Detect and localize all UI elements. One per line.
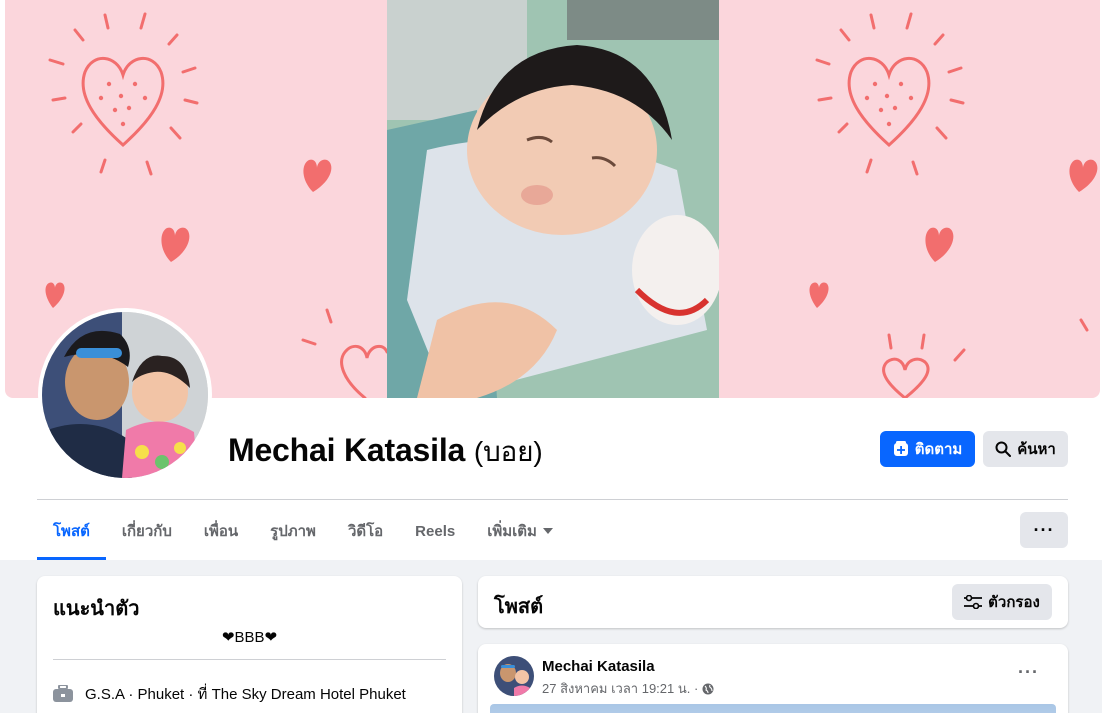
post-options-button[interactable]: ··· [1018,662,1039,683]
tab-posts[interactable]: โพสต์ [37,502,106,560]
post-author-avatar[interactable] [494,656,534,696]
intro-work-item: G.S.A · Phuket · ที่ The Sky Dream Hotel… [53,682,406,706]
follow-icon [893,441,908,456]
search-button[interactable]: ค้นหา [983,431,1068,467]
profile-name: Mechai Katasila (บอย) [228,430,543,474]
caret-down-icon [542,528,553,534]
tab-friends[interactable]: เพื่อน [188,502,254,560]
tab-label: วิดีโอ [347,523,384,540]
post-card: Mechai Katasila 27 สิงหาคม เวลา 19:21 น.… [478,644,1068,713]
tab-label: เพิ่มเติม [487,523,537,540]
search-icon [995,441,1012,457]
intro-bio-text: ❤BBB❤ [221,629,278,646]
tab-label: เพื่อน [203,523,239,540]
follow-label: ติดตาม [914,441,963,458]
avatar [42,312,208,478]
tab-label: Reels [415,522,456,540]
filter-label: ตัวกรอง [988,594,1040,611]
posts-title: โพสต์ [494,596,544,618]
intro-divider [53,659,446,660]
follow-button[interactable]: ติดตาม [880,431,975,467]
post-meta: 27 สิงหาคม เวลา 19:21 น. · [542,678,714,699]
search-label: ค้นหา [1017,441,1056,458]
briefcase-icon [53,685,73,702]
post-author-name[interactable]: Mechai Katasila [542,658,655,675]
profile-avatar[interactable] [38,308,212,482]
tab-label: เกี่ยวกับ [121,523,172,540]
tab-reels[interactable]: Reels [399,502,471,560]
intro-bio: ❤BBB❤ [37,628,462,646]
profile-tabs: โพสต์ เกี่ยวกับ เพื่อน รูปภาพ วิดีโอ Ree… [37,502,569,560]
filter-button[interactable]: ตัวกรอง [952,584,1052,620]
tab-label: โพสต์ [53,523,90,540]
profile-nickname: (บอย) [473,436,543,467]
more-options-button[interactable]: ··· [1020,512,1068,548]
filter-icon [964,595,983,609]
header-divider [37,499,1068,500]
post-timestamp[interactable]: 27 สิงหาคม เวลา 19:21 น. · [542,678,698,699]
heart-pattern-right [809,12,1098,398]
tab-more[interactable]: เพิ่มเติม [471,502,569,560]
post-options-label: ··· [1018,662,1039,682]
tab-about[interactable]: เกี่ยวกับ [106,502,188,560]
intro-work-text[interactable]: G.S.A · Phuket · ที่ The Sky Dream Hotel… [85,682,406,706]
baby-photo [387,0,719,398]
posts-header-card: โพสต์ ตัวกรอง [478,576,1068,628]
tab-label: รูปภาพ [270,523,316,540]
tab-photos[interactable]: รูปภาพ [254,502,332,560]
profile-name-text: Mechai Katasila [228,432,466,468]
more-options-label: ··· [1033,519,1055,540]
post-image[interactable] [490,704,1056,713]
intro-title: แนะนำตัว [53,598,140,620]
globe-icon [702,683,714,694]
tab-videos[interactable]: วิดีโอ [332,502,399,560]
